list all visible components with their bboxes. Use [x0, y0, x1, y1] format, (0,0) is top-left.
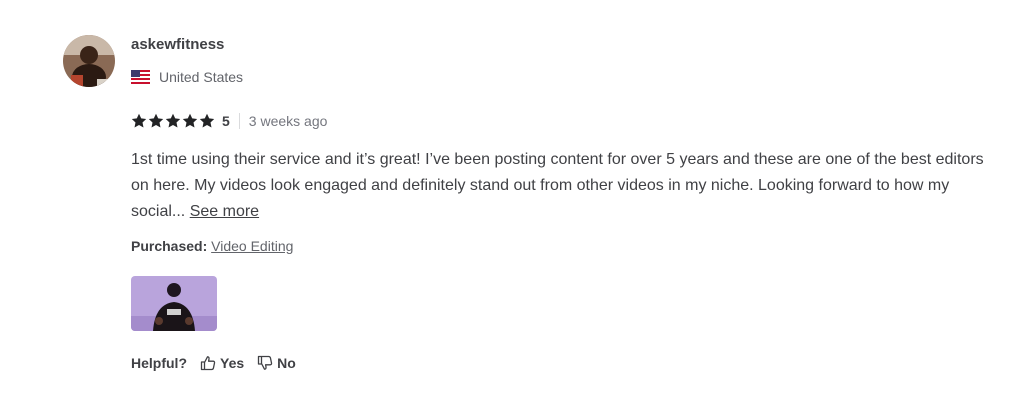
rating-value: 5	[222, 113, 230, 129]
helpful-label: Helpful?	[131, 355, 187, 371]
review-card: askewfitness United States 5 3 weeks ago…	[0, 0, 1024, 400]
purchased-info: Purchased: Video Editing	[131, 237, 293, 255]
country-name: United States	[159, 69, 244, 85]
reviewer-username[interactable]: askewfitness	[131, 36, 224, 54]
helpful-no-button[interactable]: No	[257, 354, 296, 372]
reviewer-country: United States	[131, 68, 243, 86]
star-icon	[182, 113, 198, 128]
review-time: 3 weeks ago	[248, 113, 328, 129]
divider	[238, 113, 240, 129]
helpful-yes-button[interactable]: Yes	[200, 354, 244, 372]
purchased-item-link[interactable]: Video Editing	[211, 238, 293, 254]
thumbs-down-icon	[257, 355, 273, 370]
star-icon	[165, 113, 181, 128]
star-icon	[199, 113, 215, 128]
us-flag-icon	[131, 70, 150, 84]
purchased-label: Purchased:	[131, 238, 208, 254]
star-rating	[131, 113, 215, 129]
avatar[interactable]	[63, 35, 115, 87]
review-text: 1st time using their service and it’s gr…	[131, 147, 991, 225]
star-icon	[131, 113, 147, 128]
see-more-link[interactable]: See more	[190, 203, 259, 220]
rating-row: 5 3 weeks ago	[131, 112, 327, 130]
star-icon	[148, 113, 164, 128]
helpful-row: Helpful? Yes No	[131, 354, 296, 372]
no-label: No	[277, 355, 296, 371]
review-media-thumbnail[interactable]	[131, 276, 217, 331]
yes-label: Yes	[220, 355, 245, 371]
thumbs-up-icon	[200, 356, 216, 371]
